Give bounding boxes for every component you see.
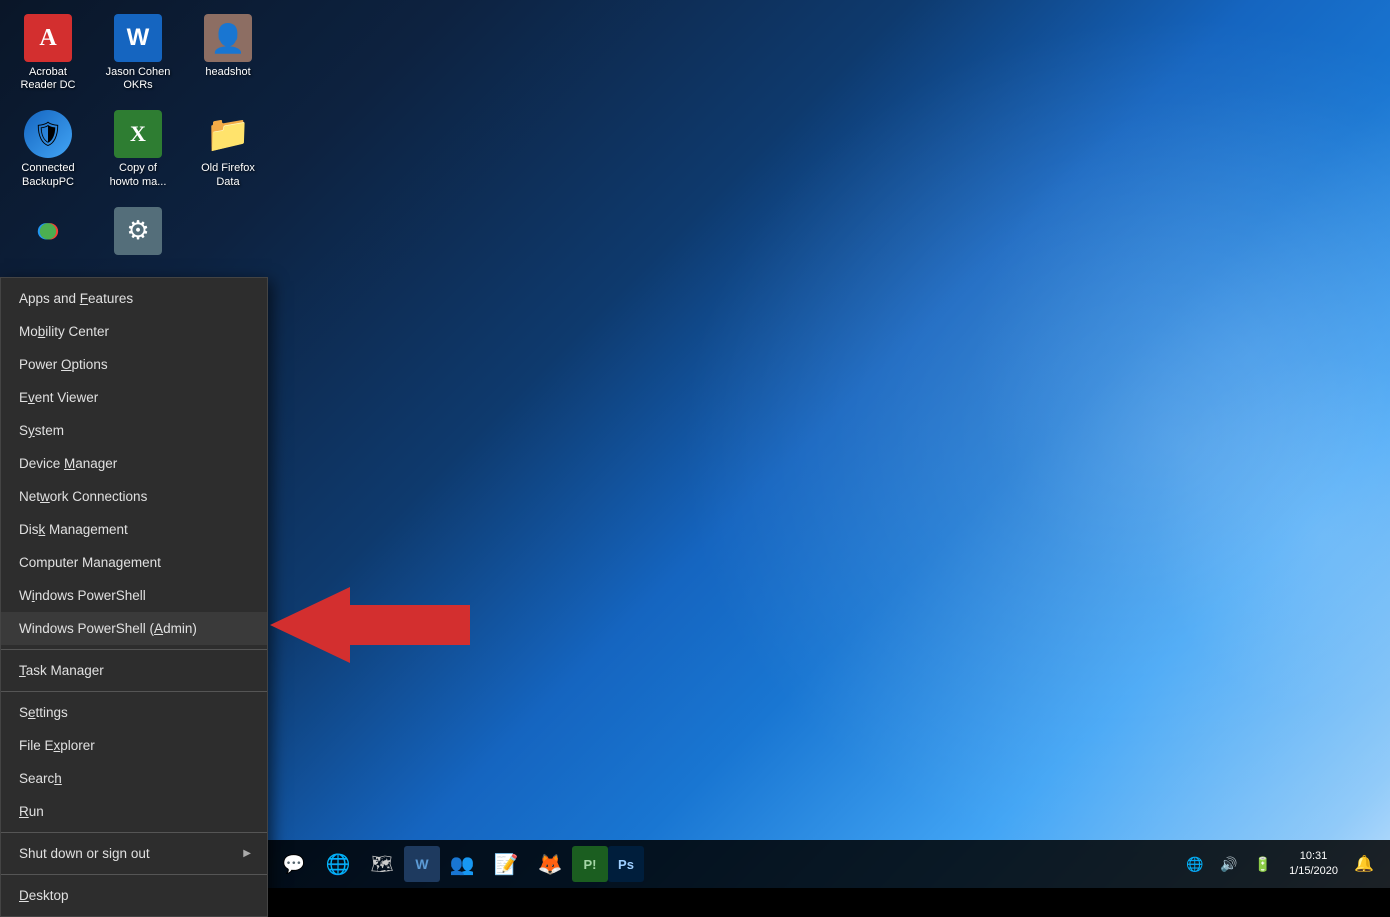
menu-item-search[interactable]: Search [1, 762, 267, 795]
menu-item-windows-powershell-admin[interactable]: Windows PowerShell (Admin) [1, 612, 267, 645]
headshot-label: headshot [205, 66, 250, 79]
menu-separator-1 [1, 649, 267, 650]
menu-label-network-connections: Network Connections [19, 489, 147, 504]
menu-label-run: Run [19, 804, 44, 819]
menu-item-event-viewer[interactable]: Event Viewer [1, 381, 267, 414]
menu-label-task-manager: Task Manager [19, 663, 104, 678]
menu-item-apps-features[interactable]: Apps and Features [1, 282, 267, 315]
submenu-arrow-icon: ▶ [243, 848, 251, 859]
acrobat-label: Acrobat Reader DC [14, 66, 82, 92]
menu-item-settings[interactable]: Settings [1, 696, 267, 729]
tray-battery-icon[interactable]: 🔋 [1247, 840, 1279, 888]
backup-icon [24, 110, 72, 158]
menu-label-device-manager: Device Manager [19, 456, 117, 471]
taskbar-photoshop[interactable]: Ps [608, 846, 644, 882]
settings-gear-icon [114, 207, 162, 255]
menu-label-apps-features: Apps and Features [19, 291, 133, 306]
tray-volume-icon[interactable]: 🔊 [1213, 840, 1245, 888]
menu-separator-2 [1, 691, 267, 692]
menu-item-run[interactable]: Run [1, 795, 267, 828]
taskbar-pinned-items: 🗂 🛍 ✉ 💬 🌐 🗺 W 👥 📝 🦊 P! Ps [140, 840, 1179, 888]
taskbar-sticky-notes[interactable]: 📝 [484, 840, 528, 888]
menu-label-search: Search [19, 771, 62, 786]
menu-label-windows-powershell: Windows PowerShell [19, 588, 146, 603]
taskbar-cortana[interactable]: 💬 [272, 840, 316, 888]
word-icon [114, 14, 162, 62]
menu-item-device-manager[interactable]: Device Manager [1, 447, 267, 480]
clock-date: 1/15/2020 [1289, 864, 1338, 879]
menu-label-power-options: Power Options [19, 357, 108, 372]
folder-icon [204, 110, 252, 158]
menu-label-mobility-center: Mobility Center [19, 324, 109, 339]
jason-cohen-label: Jason CohenOKRs [106, 66, 171, 92]
taskbar-tray: 🌐 🔊 🔋 10:31 1/15/2020 🔔 [1179, 840, 1390, 888]
menu-item-disk-management[interactable]: Disk Management [1, 513, 267, 546]
menu-label-settings: Settings [19, 705, 68, 720]
desktop-icon-old-firefox[interactable]: Old FirefoxData [190, 106, 266, 192]
old-firefox-label: Old FirefoxData [201, 162, 255, 188]
taskbar-firefox[interactable]: 🦊 [528, 840, 572, 888]
menu-item-computer-management[interactable]: Computer Management [1, 546, 267, 579]
menu-label-event-viewer: Event Viewer [19, 390, 98, 405]
menu-item-system[interactable]: System [1, 414, 267, 447]
desktop-icon-backup[interactable]: ConnectedBackupPC [10, 106, 86, 192]
tray-network-icon[interactable]: 🌐 [1179, 840, 1211, 888]
menu-label-disk-management: Disk Management [19, 522, 128, 537]
menu-label-shutdown: Shut down or sign out [19, 846, 150, 861]
menu-label-file-explorer: File Explorer [19, 738, 95, 753]
taskbar-teams[interactable]: 👥 [440, 840, 484, 888]
desktop-icon-chrome[interactable] [10, 203, 86, 263]
desktop-icon-area: Acrobat Reader DC Jason CohenOKRs headsh… [10, 10, 270, 263]
backup-label: ConnectedBackupPC [21, 162, 74, 188]
context-menu: Apps and Features Mobility Center Power … [0, 277, 268, 917]
menu-separator-4 [1, 874, 267, 875]
taskbar-chrome[interactable]: 🌐 [316, 840, 360, 888]
menu-label-system: System [19, 423, 64, 438]
menu-item-mobility-center[interactable]: Mobility Center [1, 315, 267, 348]
taskbar-project[interactable]: P! [572, 846, 608, 882]
desktop-icon-copy-howto[interactable]: Copy ofhowto ma... [100, 106, 176, 192]
headshot-icon [204, 14, 252, 62]
excel-icon [114, 110, 162, 158]
tray-clock[interactable]: 10:31 1/15/2020 [1281, 849, 1346, 880]
desktop-icon-settings[interactable] [100, 203, 176, 263]
menu-item-shutdown[interactable]: Shut down or sign out ▶ [1, 837, 267, 870]
clock-time: 10:31 [1300, 849, 1328, 864]
menu-label-windows-powershell-admin: Windows PowerShell (Admin) [19, 621, 197, 636]
chrome-icon [24, 207, 72, 255]
desktop-icon-headshot[interactable]: headshot [190, 10, 266, 96]
menu-item-file-explorer[interactable]: File Explorer [1, 729, 267, 762]
taskbar-word[interactable]: W [404, 846, 440, 882]
taskbar-maps[interactable]: 🗺 [360, 840, 404, 888]
menu-item-desktop[interactable]: Desktop [1, 879, 267, 912]
tray-notification-icon[interactable]: 🔔 [1348, 840, 1380, 888]
acrobat-icon [24, 14, 72, 62]
desktop-icon-jason-cohen[interactable]: Jason CohenOKRs [100, 10, 176, 96]
menu-label-desktop: Desktop [19, 888, 69, 903]
menu-item-network-connections[interactable]: Network Connections [1, 480, 267, 513]
menu-item-task-manager[interactable]: Task Manager [1, 654, 267, 687]
desktop-icon-acrobat[interactable]: Acrobat Reader DC [10, 10, 86, 96]
menu-item-power-options[interactable]: Power Options [1, 348, 267, 381]
menu-label-computer-management: Computer Management [19, 555, 161, 570]
menu-separator-3 [1, 832, 267, 833]
menu-item-windows-powershell[interactable]: Windows PowerShell [1, 579, 267, 612]
copy-howto-label: Copy ofhowto ma... [110, 162, 167, 188]
